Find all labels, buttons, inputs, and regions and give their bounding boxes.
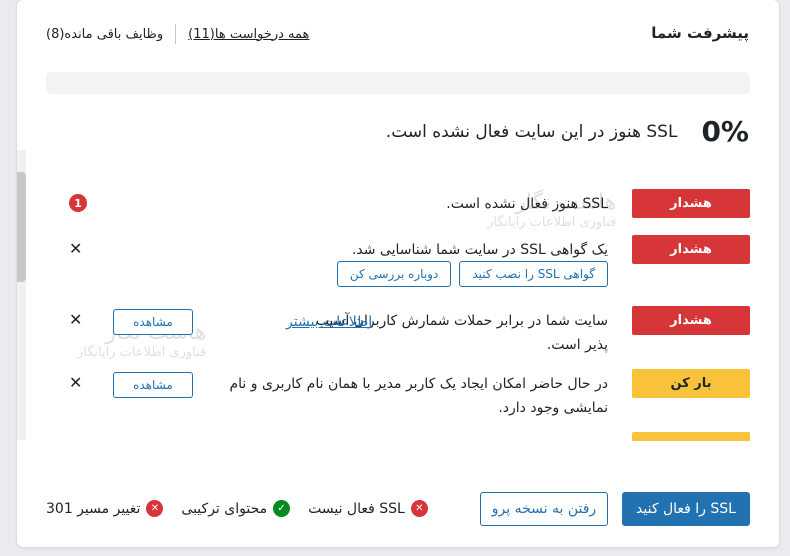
task-actions: گواهی SSL را نصب کنید دوباره بررسی کن bbox=[336, 261, 608, 287]
status-item: ✓ محتوای ترکیبی bbox=[181, 500, 291, 517]
progress-bar bbox=[46, 72, 750, 94]
status-label: تغییر مسیر 301 bbox=[46, 500, 141, 517]
install-ssl-button[interactable]: گواهی SSL را نصب کنید bbox=[459, 261, 608, 287]
card-footer: SSL را فعال کنید رفتن به نسخه پرو ✕ تغیی… bbox=[17, 485, 779, 530]
task-row: هشدار سایت شما در برابر حملات شمارش کارب… bbox=[46, 306, 750, 362]
status-badge: هشدار bbox=[632, 306, 750, 335]
task-message: در حال حاضر امکان ایجاد یک کاربر مدیر با… bbox=[229, 376, 608, 416]
progress-percent: 0% bbox=[701, 115, 749, 148]
all-notices-link[interactable]: همه درخواست ها(11) bbox=[188, 27, 309, 42]
remaining-tasks-label: وظایف باقی مانده(8) bbox=[46, 26, 164, 42]
recheck-button[interactable]: دوباره بررسی کن bbox=[336, 261, 452, 287]
status-label: SSL فعال نیست bbox=[308, 500, 405, 517]
status-item: ✕ تغییر مسیر 301 bbox=[46, 500, 164, 517]
progress-card: پیشرفت شما همه درخواست ها(11) وظایف باقی… bbox=[17, 0, 779, 547]
more-info-link[interactable]: اطلاعات بیشتر bbox=[286, 314, 372, 330]
progress-summary: 0% SSL هنوز در این سایت فعال نشده است. bbox=[386, 115, 749, 148]
status-list: ✕ تغییر مسیر 301 ✓ محتوای ترکیبی ✕ SSL ف… bbox=[46, 500, 428, 517]
scrollbar-thumb[interactable] bbox=[17, 172, 26, 282]
status-badge: هشدار bbox=[632, 189, 750, 218]
view-button[interactable]: مشاهده bbox=[113, 372, 193, 398]
task-row: بار کن در حال حاضر امکان ایجاد یک کاربر … bbox=[46, 369, 750, 425]
task-message: SSL هنوز فعال نشده است. bbox=[446, 196, 608, 212]
list-fade bbox=[17, 441, 779, 481]
status-badge: هشدار bbox=[632, 235, 750, 264]
card-header: پیشرفت شما همه درخواست ها(11) وظایف باقی… bbox=[17, 0, 779, 66]
dismiss-icon[interactable]: ✕ bbox=[69, 310, 82, 329]
go-pro-button[interactable]: رفتن به نسخه پرو bbox=[480, 492, 608, 526]
x-circle-icon: ✕ bbox=[410, 500, 428, 517]
status-label: محتوای ترکیبی bbox=[181, 500, 268, 517]
status-badge: بار کن bbox=[632, 369, 750, 398]
notice-count-badge: 1 bbox=[69, 194, 87, 212]
header-links: همه درخواست ها(11) وظایف باقی مانده(8) bbox=[46, 24, 309, 44]
task-row: هشدار یک گواهی SSL در سایت شما شناسایی ش… bbox=[46, 235, 750, 291]
card-title: پیشرفت شما bbox=[651, 24, 749, 42]
activate-ssl-button[interactable]: SSL را فعال کنید bbox=[622, 492, 750, 526]
status-item: ✕ SSL فعال نیست bbox=[308, 500, 428, 517]
x-circle-icon: ✕ bbox=[146, 500, 164, 517]
progress-text: SSL هنوز در این سایت فعال نشده است. bbox=[385, 121, 678, 142]
divider bbox=[175, 24, 177, 44]
dismiss-icon[interactable]: ✕ bbox=[69, 239, 82, 258]
view-button[interactable]: مشاهده bbox=[113, 309, 193, 335]
dismiss-icon[interactable]: ✕ bbox=[69, 373, 82, 392]
check-circle-icon: ✓ bbox=[273, 500, 291, 517]
task-message: یک گواهی SSL در سایت شما شناسایی شد. bbox=[351, 242, 608, 258]
